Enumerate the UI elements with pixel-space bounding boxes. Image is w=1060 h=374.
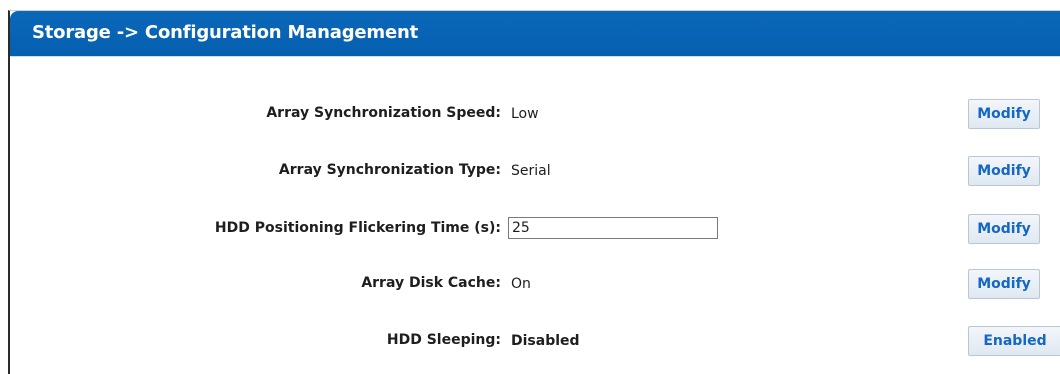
modify-flicker-time-button[interactable]: Modify [968,214,1040,244]
page-title: Storage -> Configuration Management [32,22,418,43]
modify-sync-type-button[interactable]: Modify [968,156,1040,186]
setting-row-sync-speed: Array Synchronization Speed: Low Modify [10,99,1060,129]
setting-row-flicker-time: HDD Positioning Flickering Time (s): Mod… [10,214,1060,244]
disk-cache-label: Array Disk Cache: [361,275,501,291]
setting-row-hdd-sleeping: HDD Sleeping: Disabled Enabled [10,326,1060,356]
hdd-sleeping-label: HDD Sleeping: [386,332,501,348]
hdd-sleeping-value: Disabled [511,333,580,349]
sync-type-value: Serial [511,163,551,179]
modify-disk-cache-button[interactable]: Modify [968,269,1040,299]
sync-speed-label: Array Synchronization Speed: [266,105,501,121]
flicker-time-label: HDD Positioning Flickering Time (s): [214,220,501,236]
configuration-panel: Storage -> Configuration Management Arra… [8,10,1060,374]
setting-row-disk-cache: Array Disk Cache: On Modify [10,269,1060,299]
sync-speed-value: Low [511,106,539,122]
modify-sync-speed-button[interactable]: Modify [968,99,1040,129]
sync-type-label: Array Synchronization Type: [278,162,501,178]
enable-hdd-sleeping-button[interactable]: Enabled [968,326,1060,356]
disk-cache-value: On [511,276,531,292]
setting-row-sync-type: Array Synchronization Type: Serial Modif… [10,156,1060,186]
flicker-time-input[interactable] [508,217,718,239]
panel-header: Storage -> Configuration Management [10,11,1060,57]
